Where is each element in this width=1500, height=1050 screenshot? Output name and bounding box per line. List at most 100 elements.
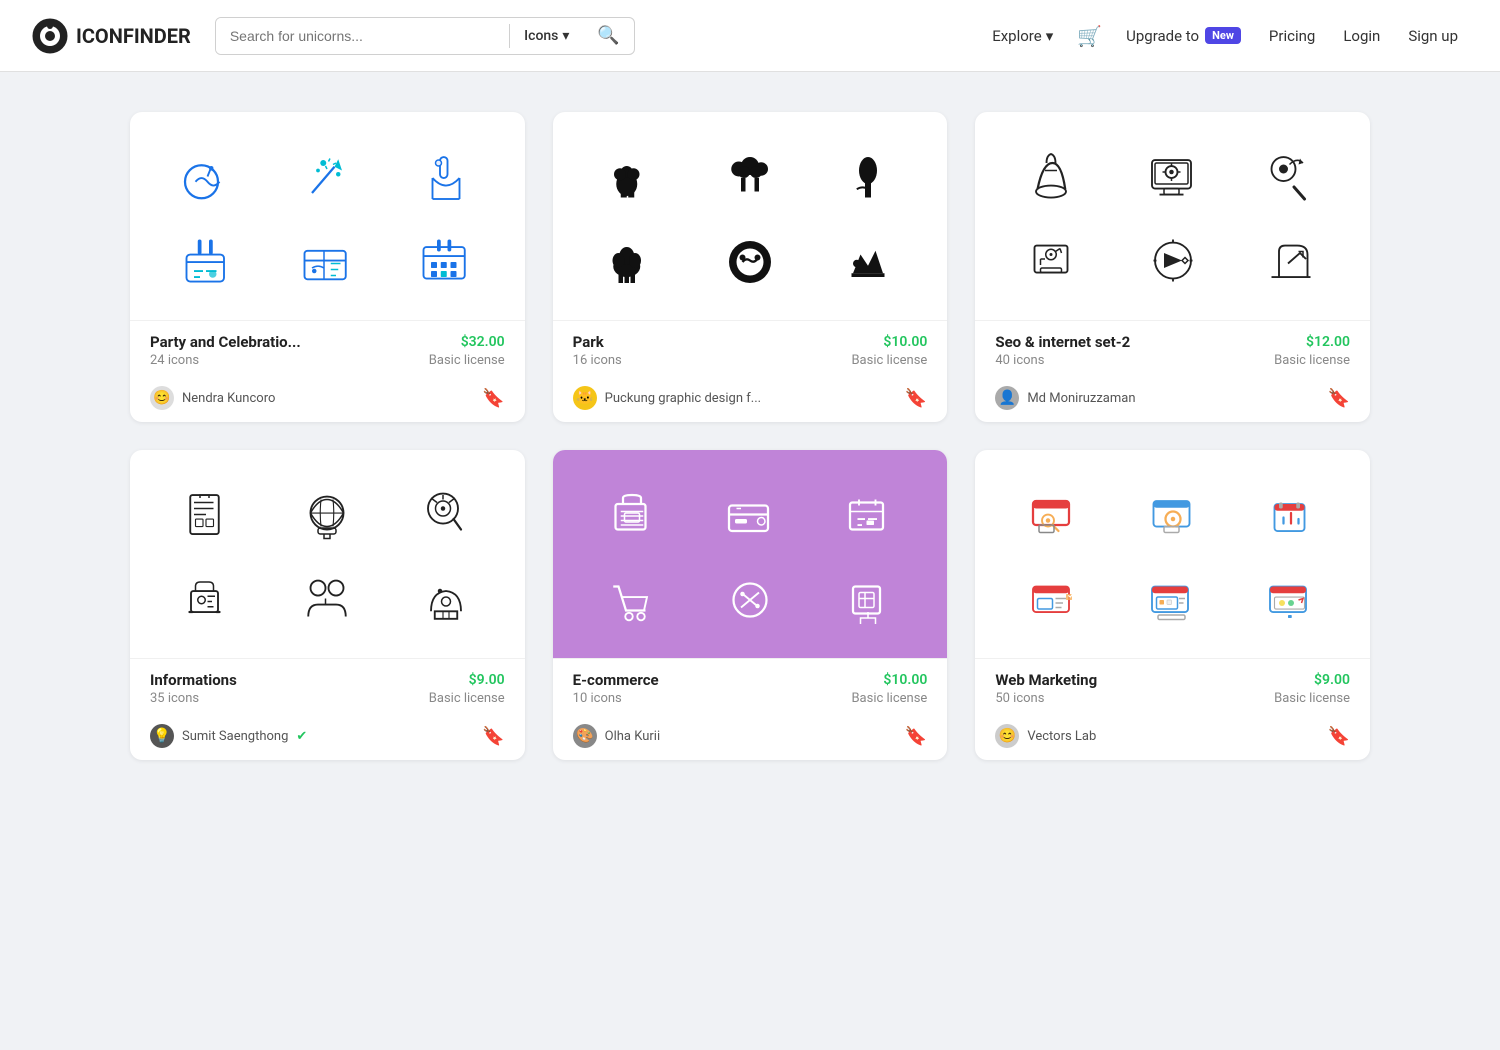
card-seo-footer: 👤 Md Moniruzzaman 🔖 — [975, 376, 1370, 422]
author-webmarketing-avatar: 😊 — [995, 724, 1019, 748]
info-icon-1 — [150, 474, 268, 558]
card-party-info: Party and Celebratio... $32.00 24 icons … — [130, 320, 525, 376]
ecom-icon-1 — [573, 474, 691, 558]
cart-icon[interactable]: 🛒 — [1071, 18, 1108, 54]
author-seo[interactable]: 👤 Md Moniruzzaman — [995, 386, 1135, 410]
card-ecommerce-price: $10.00 — [883, 672, 927, 688]
info-icon-4 — [150, 558, 268, 642]
card-party-count: 24 icons — [150, 353, 199, 368]
author-party-avatar: 😊 — [150, 386, 174, 410]
search-input[interactable] — [216, 18, 509, 54]
author-party[interactable]: 😊 Nendra Kuncoro — [150, 386, 275, 410]
logo-text: ICONFINDER — [76, 24, 191, 48]
icons-dropdown[interactable]: Icons ▾ — [510, 28, 583, 44]
park-icon-5 — [691, 220, 809, 304]
park-icon-6 — [809, 220, 927, 304]
card-webmarketing[interactable]: Web Marketing $9.00 50 icons Basic licen… — [975, 450, 1370, 760]
login-link[interactable]: Login — [1333, 21, 1390, 51]
search-button[interactable]: 🔍 — [583, 25, 633, 46]
park-icon-2 — [691, 136, 809, 220]
bookmark-party[interactable]: 🔖 — [482, 388, 504, 409]
party-icon-6 — [386, 220, 504, 304]
card-seo[interactable]: Seo & internet set-2 $12.00 40 icons Bas… — [975, 112, 1370, 422]
card-informations-info: Informations $9.00 35 icons Basic licens… — [130, 658, 525, 714]
pricing-link[interactable]: Pricing — [1259, 21, 1325, 51]
card-informations-footer: 💡 Sumit Saengthong ✔ 🔖 — [130, 714, 525, 760]
signup-link[interactable]: Sign up — [1398, 21, 1468, 51]
park-icon-3 — [809, 136, 927, 220]
card-park-icons — [553, 112, 948, 320]
verified-icon-informations: ✔ — [296, 729, 307, 744]
card-seo-count: 40 icons — [995, 353, 1044, 368]
wm-icon-2 — [1114, 474, 1232, 558]
ecom-icon-3 — [809, 474, 927, 558]
party-icon-5 — [268, 220, 386, 304]
author-seo-avatar: 👤 — [995, 386, 1019, 410]
card-ecommerce-count: 10 icons — [573, 691, 622, 706]
wm-icon-1 — [995, 474, 1113, 558]
wm-icon-6 — [1232, 558, 1350, 642]
card-park[interactable]: Park $10.00 16 icons Basic license 🐱 Puc… — [553, 112, 948, 422]
card-park-footer: 🐱 Puckung graphic design f... 🔖 — [553, 376, 948, 422]
explore-label: Explore — [992, 27, 1042, 45]
upgrade-button[interactable]: Upgrade to New — [1116, 21, 1251, 51]
card-park-price: $10.00 — [883, 334, 927, 350]
card-seo-icons — [975, 112, 1370, 320]
party-icon-3 — [386, 136, 504, 220]
card-park-count: 16 icons — [573, 353, 622, 368]
seo-icon-4 — [995, 220, 1113, 304]
card-party[interactable]: Party and Celebratio... $32.00 24 icons … — [130, 112, 525, 422]
card-informations-title: Informations — [150, 671, 237, 689]
card-party-license: Basic license — [429, 353, 505, 368]
card-webmarketing-icons — [975, 450, 1370, 658]
party-icon-4 — [150, 220, 268, 304]
card-ecommerce-icons — [553, 450, 948, 658]
card-park-license: Basic license — [851, 353, 927, 368]
author-webmarketing[interactable]: 😊 Vectors Lab — [995, 724, 1096, 748]
author-park[interactable]: 🐱 Puckung graphic design f... — [573, 386, 761, 410]
header: ICONFINDER Icons ▾ 🔍 Explore ▾ 🛒 Upgrade… — [0, 0, 1500, 72]
author-park-avatar: 🐱 — [573, 386, 597, 410]
wm-icon-5 — [1114, 558, 1232, 642]
nav-links: Explore ▾ 🛒 Upgrade to New Pricing Login… — [982, 18, 1468, 54]
new-badge: New — [1205, 27, 1241, 44]
park-icon-1 — [573, 136, 691, 220]
party-icon-1 — [150, 136, 268, 220]
ecom-icon-4 — [573, 558, 691, 642]
logo[interactable]: ICONFINDER — [32, 18, 191, 54]
seo-icon-2 — [1114, 136, 1232, 220]
card-informations-license: Basic license — [429, 691, 505, 706]
author-informations-name: Sumit Saengthong — [182, 729, 288, 744]
explore-nav[interactable]: Explore ▾ — [982, 21, 1063, 51]
bookmark-webmarketing[interactable]: 🔖 — [1328, 726, 1350, 747]
author-informations[interactable]: 💡 Sumit Saengthong ✔ — [150, 724, 307, 748]
main-content: Party and Celebratio... $32.00 24 icons … — [50, 72, 1450, 800]
author-ecommerce[interactable]: 🎨 Olha Kurii — [573, 724, 660, 748]
card-webmarketing-count: 50 icons — [995, 691, 1044, 706]
bookmark-park[interactable]: 🔖 — [905, 388, 927, 409]
author-informations-avatar: 💡 — [150, 724, 174, 748]
ecom-icon-2 — [691, 474, 809, 558]
card-informations-count: 35 icons — [150, 691, 199, 706]
card-ecommerce-title: E-commerce — [573, 671, 659, 689]
info-icon-3 — [386, 474, 504, 558]
card-webmarketing-title: Web Marketing — [995, 671, 1097, 689]
bookmark-informations[interactable]: 🔖 — [482, 726, 504, 747]
bookmark-ecommerce[interactable]: 🔖 — [905, 726, 927, 747]
card-info-icons — [130, 450, 525, 658]
card-info[interactable]: Informations $9.00 35 icons Basic licens… — [130, 450, 525, 760]
card-ecommerce[interactable]: E-commerce $10.00 10 icons Basic license… — [553, 450, 948, 760]
card-informations-price: $9.00 — [469, 672, 505, 688]
party-icon-2 — [268, 136, 386, 220]
seo-icon-1 — [995, 136, 1113, 220]
chevron-down-icon: ▾ — [562, 28, 569, 44]
wm-icon-3 — [1232, 474, 1350, 558]
park-icon-4 — [573, 220, 691, 304]
card-webmarketing-footer: 😊 Vectors Lab 🔖 — [975, 714, 1370, 760]
card-seo-info: Seo & internet set-2 $12.00 40 icons Bas… — [975, 320, 1370, 376]
author-ecommerce-name: Olha Kurii — [605, 729, 660, 744]
bookmark-seo[interactable]: 🔖 — [1328, 388, 1350, 409]
card-park-info: Park $10.00 16 icons Basic license — [553, 320, 948, 376]
info-icon-6 — [386, 558, 504, 642]
ecom-icon-6 — [809, 558, 927, 642]
